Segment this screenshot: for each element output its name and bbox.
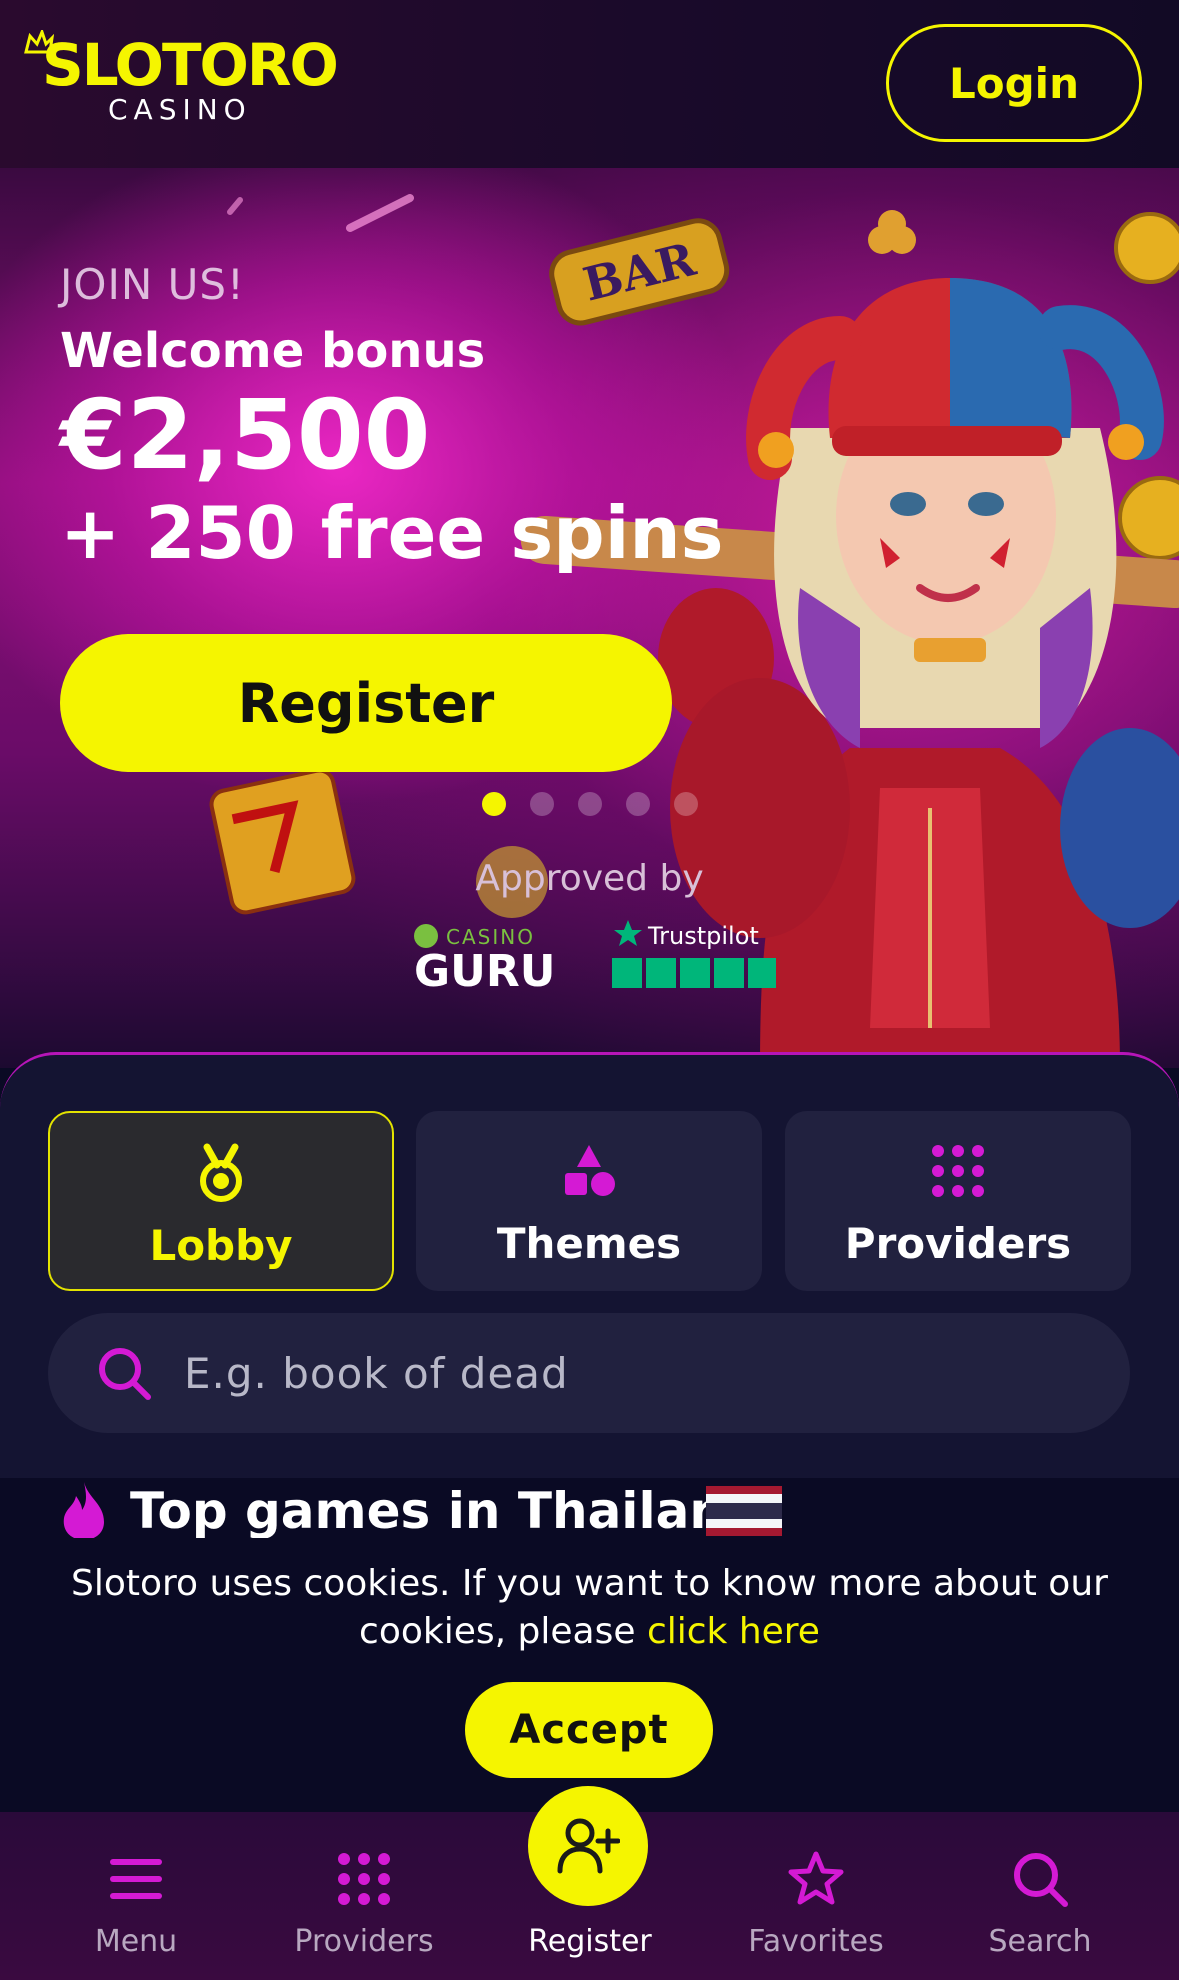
register-fab[interactable] (528, 1786, 648, 1906)
search-icon (1014, 1853, 1068, 1907)
grid-dots-icon (932, 1145, 984, 1197)
tab-providers[interactable]: Providers (785, 1111, 1131, 1291)
grid-dots-icon (338, 1853, 390, 1905)
hero-banner[interactable]: BAR JOIN US! Welcome bonus €2,500 + 250 … (0, 168, 1179, 1068)
nav-favorites[interactable]: Favorites (716, 1812, 916, 1980)
casino-guru-badge: CASINO GURU (414, 924, 555, 992)
welcome-bonus-label: Welcome bonus (60, 323, 486, 379)
cookie-text: Slotoro uses cookies. If you want to kno… (71, 1563, 1108, 1652)
carousel-dots (482, 792, 698, 816)
nav-label: Menu (94, 1924, 178, 1959)
hamburger-icon (110, 1859, 162, 1899)
trustpilot-badge: Trustpilot (612, 920, 776, 988)
nav-menu[interactable]: Menu (36, 1812, 236, 1980)
cookie-message: Slotoro uses cookies. If you want to kno… (40, 1560, 1139, 1656)
tab-label: Themes (496, 1219, 682, 1268)
fire-icon (63, 1482, 104, 1540)
logo-brand: SLOTORO (42, 31, 339, 99)
carousel-dot[interactable] (578, 792, 602, 816)
shapes-icon (565, 1145, 615, 1196)
nav-label: Favorites (748, 1924, 884, 1959)
tab-label: Lobby (149, 1221, 293, 1270)
top-header: SLOTORO CASINO Login (0, 0, 1179, 168)
nav-search[interactable]: Search (940, 1812, 1140, 1980)
logo-subtitle: CASINO (108, 93, 252, 126)
cookie-link[interactable]: click here (647, 1611, 820, 1652)
search-bar[interactable] (48, 1313, 1130, 1433)
accept-cookies-button[interactable]: Accept (465, 1682, 713, 1778)
search-input[interactable] (182, 1313, 1082, 1433)
nav-providers[interactable]: Providers (264, 1812, 464, 1980)
hero-text: JOIN US! Welcome bonus €2,500 + 250 free… (60, 260, 724, 571)
approved-by-label: Approved by (475, 858, 704, 899)
nav-label: Register (528, 1924, 652, 1959)
search-icon (99, 1348, 151, 1400)
slotoro-logo[interactable]: SLOTORO CASINO (24, 30, 344, 130)
nav-label: Providers (294, 1924, 434, 1959)
lobby-panel: Lobby Themes Providers (0, 1052, 1179, 1478)
carousel-dot[interactable] (674, 792, 698, 816)
free-spins-label: + 250 free spins (60, 490, 724, 575)
carousel-dot[interactable] (482, 792, 506, 816)
medal-icon (200, 1143, 242, 1202)
tab-label: Providers (844, 1219, 1072, 1268)
join-us-label: JOIN US! (60, 260, 245, 309)
tab-themes[interactable]: Themes (416, 1111, 762, 1291)
trustpilot-wordmark: Trustpilot (647, 922, 759, 950)
tab-lobby[interactable]: Lobby (48, 1111, 394, 1291)
approval-badges: CASINO GURU Trustpilot (414, 920, 776, 992)
casino-guru-large: GURU (414, 946, 555, 992)
carousel-dot[interactable] (530, 792, 554, 816)
add-user-icon (557, 1818, 620, 1874)
nav-label: Search (988, 1924, 1092, 1959)
carousel-dot[interactable] (626, 792, 650, 816)
cookie-banner: Slotoro uses cookies. If you want to kno… (0, 1538, 1179, 1812)
bonus-amount: €2,500 (60, 379, 431, 491)
register-button[interactable]: Register (60, 634, 672, 772)
thailand-flag (706, 1486, 782, 1536)
star-icon (788, 1851, 844, 1905)
top-games-title: Top games in Thailand (130, 1482, 761, 1540)
login-button[interactable]: Login (886, 24, 1142, 142)
